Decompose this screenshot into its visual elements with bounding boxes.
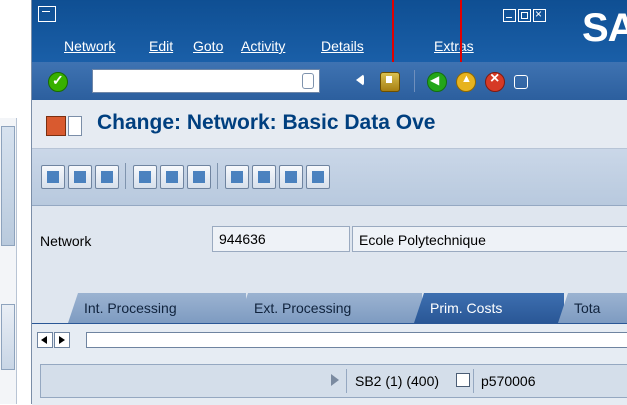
save-icon[interactable]: [380, 72, 400, 92]
tab-totals[interactable]: Tota: [558, 293, 627, 323]
print-icon[interactable]: [514, 75, 528, 89]
menu-bar: Network Edit Goto Activity Details Extra…: [32, 0, 627, 62]
network-id-value: 944636: [219, 231, 266, 247]
exit-icon[interactable]: [456, 72, 476, 92]
tab-label: Tota: [574, 300, 601, 316]
network-id-field[interactable]: 944636: [212, 226, 350, 252]
title-bar: Change: Network: Basic Data Ove: [32, 100, 627, 149]
enter-icon[interactable]: [48, 72, 68, 92]
menu-extras[interactable]: Extras: [434, 38, 474, 54]
detail-field[interactable]: [86, 332, 627, 348]
network-description-value: Ecole Polytechnique: [359, 232, 486, 248]
command-field[interactable]: [92, 69, 320, 93]
component-list-icon[interactable]: [225, 165, 249, 189]
menu-goto[interactable]: Goto: [193, 38, 223, 54]
object-icon[interactable]: [46, 116, 66, 136]
history-icon[interactable]: [302, 73, 314, 89]
session-info: SB2 (1) (400): [355, 373, 440, 389]
status-expand-icon[interactable]: [331, 374, 339, 386]
sap-window: Network Edit Goto Activity Details Extra…: [31, 0, 627, 405]
background-window-panel: [1, 304, 15, 370]
status-divider: [346, 369, 347, 393]
annotation-arrow: [387, 0, 399, 74]
background-window: [0, 118, 17, 404]
bar-chart-icon[interactable]: [187, 165, 211, 189]
material-icon[interactable]: [252, 165, 276, 189]
toolbar-separator: [414, 70, 415, 92]
menu-details[interactable]: Details: [321, 38, 364, 54]
network-graphic-icon[interactable]: [133, 165, 157, 189]
tab-prim-costs[interactable]: Prim. Costs: [414, 293, 564, 323]
menu-network[interactable]: Network: [64, 38, 115, 54]
hierarchy-icon[interactable]: [95, 165, 119, 189]
network-description-field[interactable]: Ecole Polytechnique: [352, 226, 627, 252]
annotation-arrow: [455, 0, 467, 74]
tab-label: Prim. Costs: [430, 300, 503, 316]
close-button[interactable]: [533, 7, 546, 22]
collapse-arrow-icon[interactable]: [356, 74, 364, 86]
scroll-left-icon[interactable]: [37, 332, 53, 348]
toolbar-separator: [125, 163, 126, 189]
milestone-icon[interactable]: [306, 165, 330, 189]
status-divider: [473, 369, 474, 393]
page-title: Change: Network: Basic Data Ove: [97, 111, 436, 134]
server-info: p570006: [481, 373, 536, 389]
application-toolbar: [32, 149, 627, 206]
tab-label: Ext. Processing: [254, 300, 352, 316]
cancel-icon[interactable]: [485, 70, 505, 92]
network-label: Network: [40, 233, 92, 249]
tab-int-processing[interactable]: Int. Processing: [68, 293, 246, 323]
tab-strip: Int. Processing Ext. Processing Prim. Co…: [32, 293, 627, 323]
toolbar-separator: [217, 163, 218, 189]
minimize-button[interactable]: [503, 9, 516, 22]
sap-logo: SA: [582, 6, 627, 50]
copy-icon[interactable]: [279, 165, 303, 189]
tab-ext-processing[interactable]: Ext. Processing: [238, 293, 422, 323]
document-icon[interactable]: [68, 116, 82, 136]
back-icon[interactable]: [427, 72, 447, 92]
system-toolbar: [32, 62, 627, 100]
maximize-button[interactable]: [518, 9, 531, 22]
tab-label: Int. Processing: [84, 300, 177, 316]
session-list-icon[interactable]: [456, 373, 470, 387]
structure-icon[interactable]: [41, 165, 65, 189]
status-bar: SB2 (1) (400) p570006: [40, 364, 627, 398]
system-menu-icon[interactable]: [38, 6, 56, 22]
tab-panel: SB2 (1) (400) p570006: [32, 323, 627, 405]
menu-activity[interactable]: Activity: [241, 38, 285, 54]
menu-edit[interactable]: Edit: [149, 38, 173, 54]
scroll-right-icon[interactable]: [54, 332, 70, 348]
calculator-icon[interactable]: [68, 165, 92, 189]
relationship-icon[interactable]: [160, 165, 184, 189]
background-window-panel: [1, 126, 15, 246]
